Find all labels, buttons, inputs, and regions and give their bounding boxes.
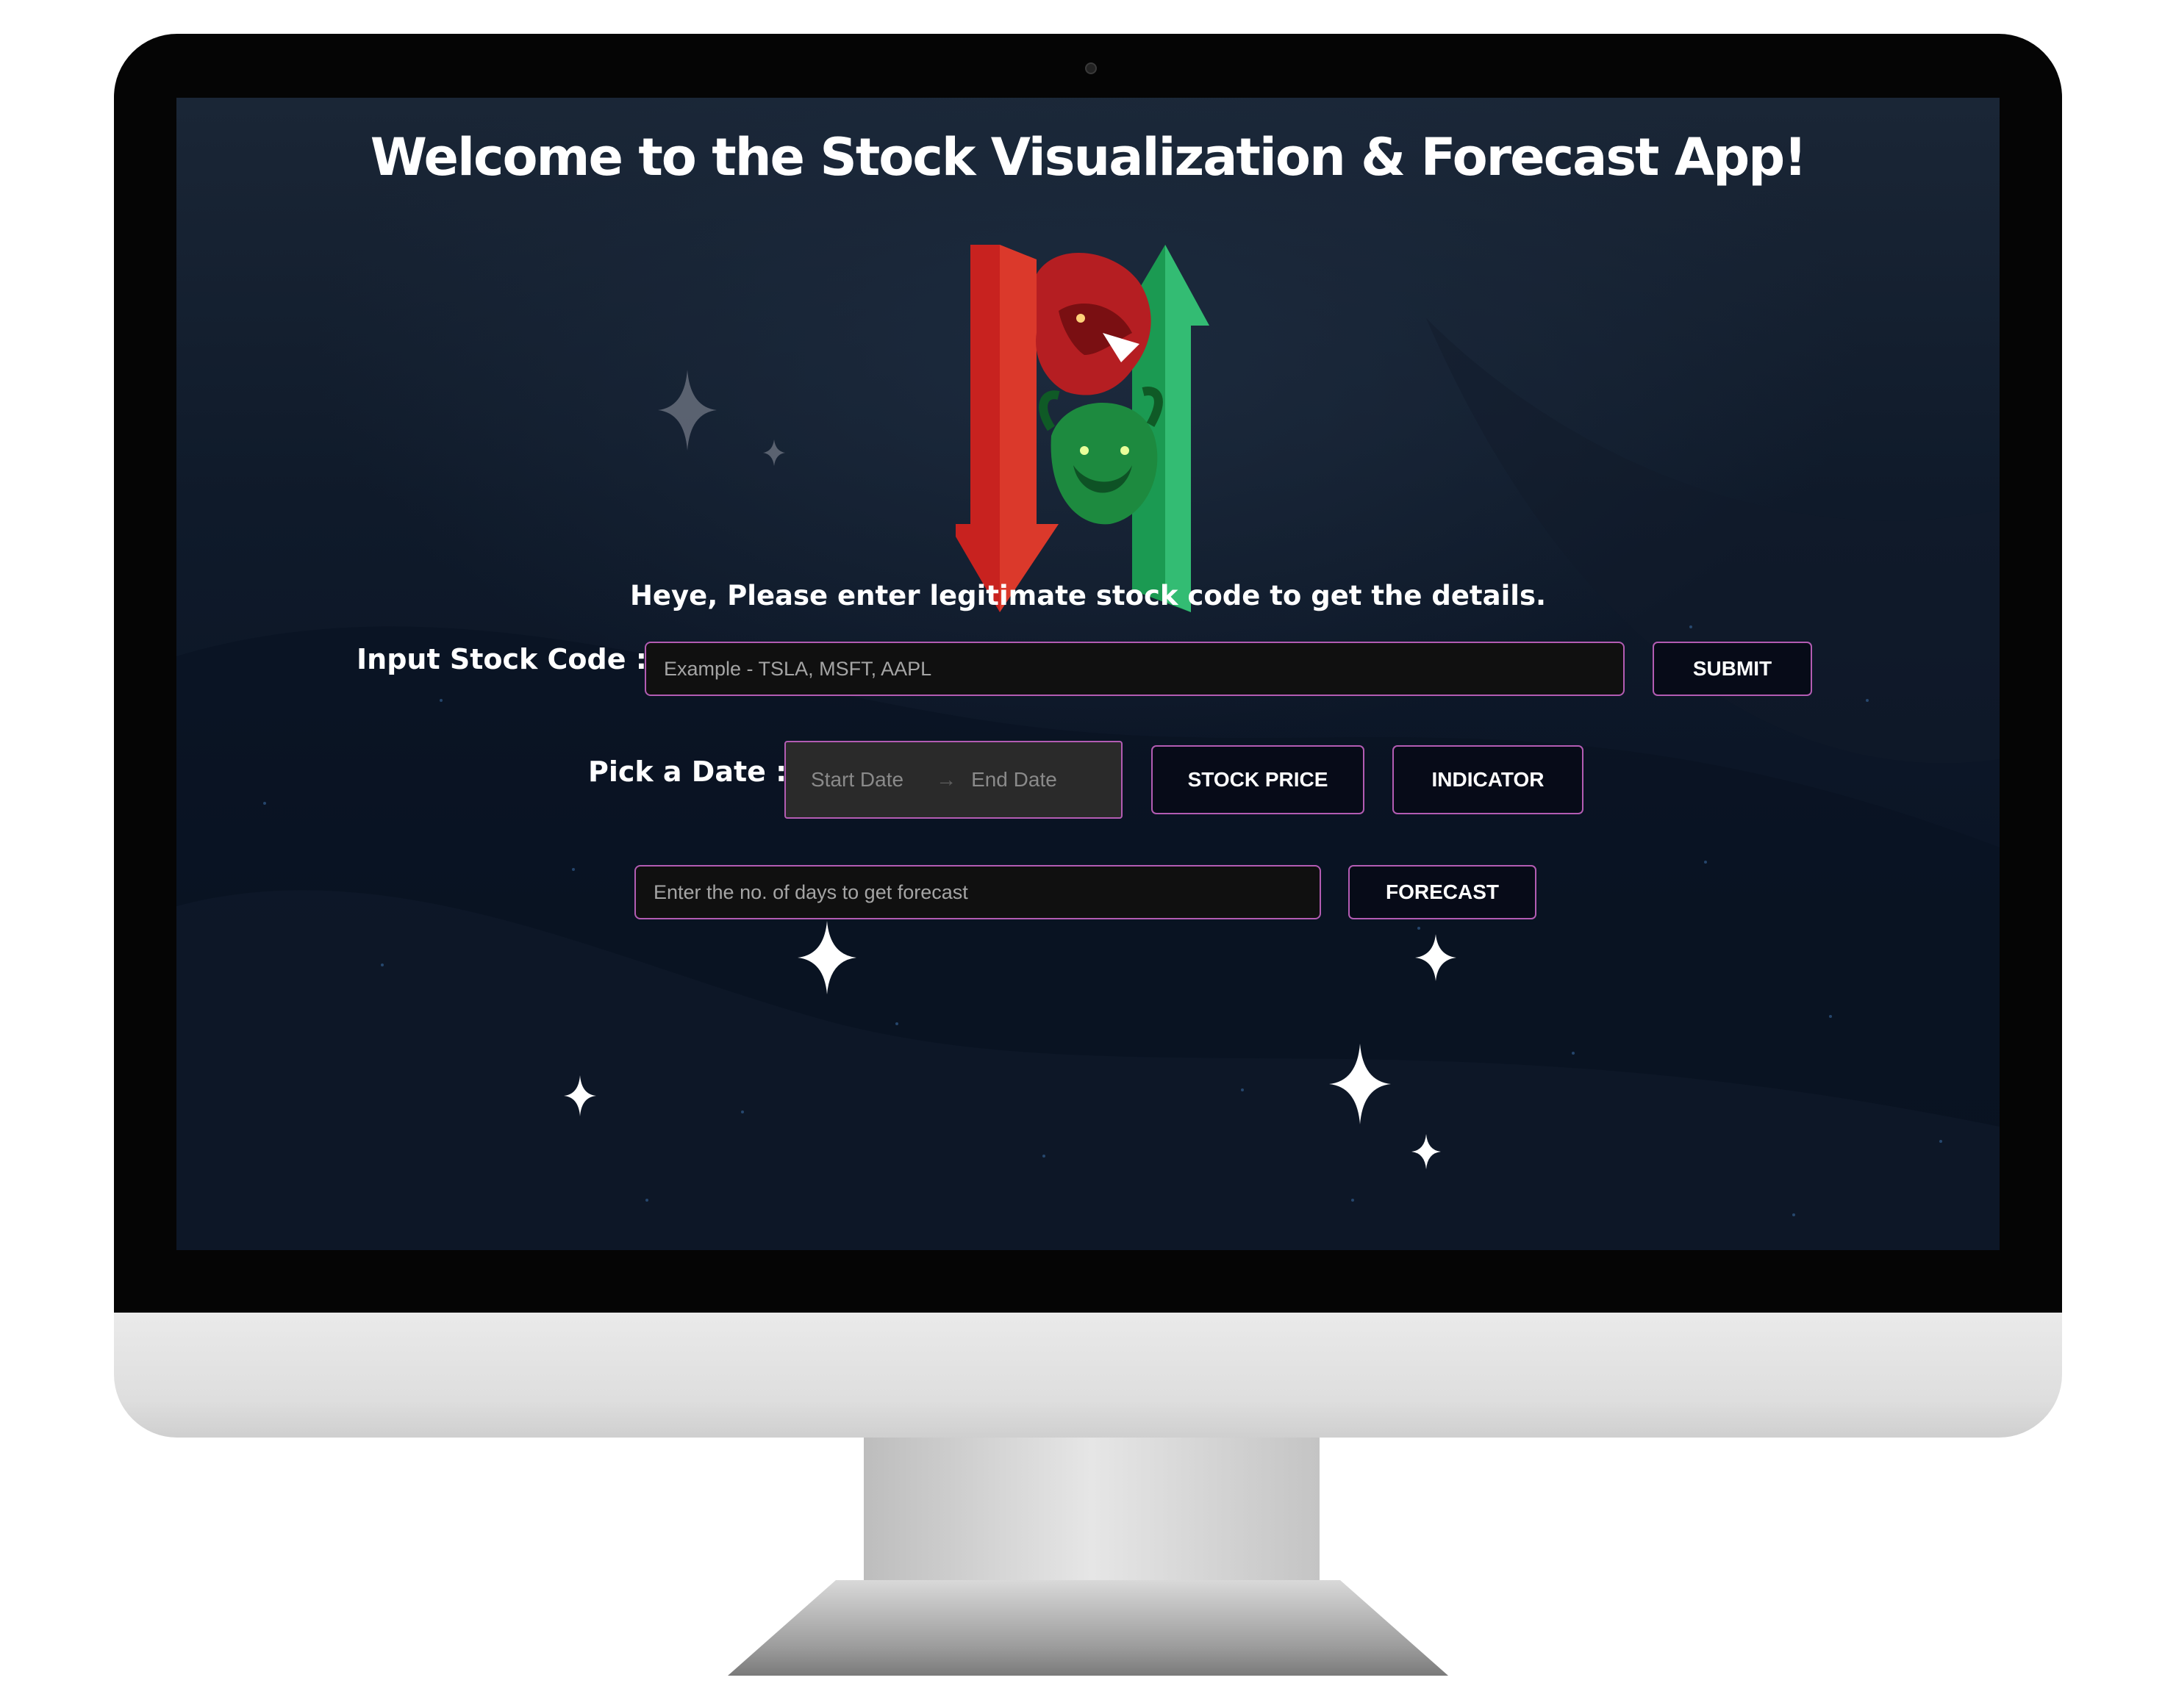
forecast-button[interactable]: FORECAST (1348, 865, 1536, 919)
stock-code-label: Input Stock Code : (357, 643, 647, 675)
stock-price-button[interactable]: STOCK PRICE (1151, 745, 1364, 814)
date-range-picker[interactable]: Start Date → End Date (784, 741, 1123, 819)
stock-code-placeholder: Example - TSLA, MSFT, AAPL (664, 657, 932, 680)
arrow-right-icon: → (936, 768, 957, 791)
indicator-button[interactable]: INDICATOR (1392, 745, 1583, 814)
sparkle-star-icon (564, 1075, 596, 1116)
webcam-dot (1085, 62, 1097, 74)
app-screen: Welcome to the Stock Visualization & For… (176, 98, 2000, 1250)
date-label: Pick a Date : (588, 756, 787, 788)
forecast-days-input[interactable]: Enter the no. of days to get forecast (634, 865, 1321, 919)
sparkle-star-icon (798, 921, 856, 994)
monitor-mockup: Welcome to the Stock Visualization & For… (0, 0, 2176, 1708)
start-date-input[interactable]: Start Date (811, 768, 903, 792)
end-date-input[interactable]: End Date (971, 768, 1057, 792)
sparkle-star-icon (763, 439, 785, 466)
monitor-chin (114, 1313, 2062, 1438)
stock-code-input[interactable]: Example - TSLA, MSFT, AAPL (645, 642, 1625, 696)
forecast-days-placeholder: Enter the no. of days to get forecast (654, 880, 968, 903)
sparkle-star-icon (658, 370, 717, 451)
sparkle-star-icon (1411, 1134, 1441, 1169)
bear-bull-logo-icon (956, 245, 1209, 612)
sparkle-star-icon (1329, 1044, 1391, 1124)
page-title: Welcome to the Stock Visualization & For… (370, 127, 1807, 187)
monitor-stand-neck (864, 1438, 1320, 1585)
submit-button[interactable]: SUBMIT (1653, 642, 1812, 696)
monitor-stand-base (728, 1580, 1448, 1676)
instruction-text: Heye, Please enter legitimate stock code… (629, 580, 1547, 611)
sparkle-star-icon (1415, 934, 1456, 981)
